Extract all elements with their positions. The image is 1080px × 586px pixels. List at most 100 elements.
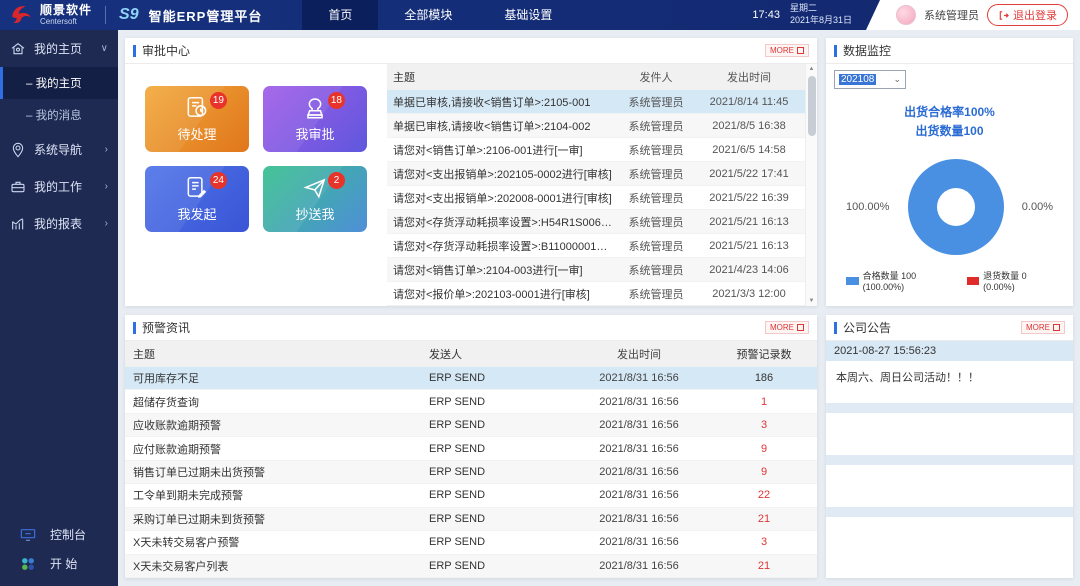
more-button[interactable]: MORE bbox=[1021, 321, 1065, 334]
title-accent-bar bbox=[133, 44, 136, 57]
start-label: 开 始 bbox=[50, 557, 78, 571]
table-row[interactable]: 请您对<报价单>:202103-0001进行[审核] 系统管理员 2021/3/3 … bbox=[387, 282, 805, 306]
table-row[interactable]: 超储存货查询 ERP SEND 2021/8/31 16:56 1 bbox=[125, 390, 817, 414]
s9-logo: S9 bbox=[119, 6, 139, 23]
stamp-icon bbox=[307, 98, 323, 119]
table-row[interactable]: 请您对<销售订单>:2106-001进行[一审] 系统管理员 2021/6/5 14… bbox=[387, 138, 805, 162]
console-button[interactable]: 控制台 bbox=[0, 520, 118, 549]
table-row[interactable]: 应付账款逾期预警 ERP SEND 2021/8/31 16:56 9 bbox=[125, 437, 817, 461]
table-row[interactable]: 请您对<支出报销单>:202008-0001进行[审核] 系统管理员 2021/5/… bbox=[387, 186, 805, 210]
sidebar-item-label: 我的主页 bbox=[34, 42, 83, 56]
logout-button[interactable]: 退出登录 bbox=[987, 4, 1068, 26]
more-button[interactable]: MORE bbox=[765, 44, 809, 57]
table-row[interactable]: 工令单到期未完成预警 ERP SEND 2021/8/31 16:56 22 bbox=[125, 484, 817, 508]
sidebar-item-label: 我的工作 bbox=[34, 180, 83, 194]
start-button[interactable]: 开 始 bbox=[0, 549, 118, 578]
tile-label: 抄送我 bbox=[295, 207, 335, 222]
notice-divider bbox=[826, 455, 1073, 465]
scroll-down-icon[interactable]: ▼ bbox=[809, 296, 815, 306]
donut-chart bbox=[907, 159, 1004, 256]
alerts-table: 主题 发送人 发出时间 预警记录数 可用库存不足 ERP SEND 2021/8/3… bbox=[125, 341, 817, 578]
table-row[interactable]: 请您对<存货浮动耗损率设置>:H54R1S006002进行[审核]系统管理员20… bbox=[387, 210, 805, 234]
tile-label: 待处理 bbox=[177, 127, 217, 142]
main-content: 审批中心 MORE 19 待处理 18 我审批 24 我发起 2 抄送我 主题 … bbox=[118, 30, 1080, 586]
col-subject: 主题 bbox=[393, 72, 415, 84]
chevron-right-icon: › bbox=[104, 144, 108, 155]
table-row[interactable]: 采购订单已过期未到货预警 ERP SEND 2021/8/31 16:56 21 bbox=[125, 507, 817, 532]
title-accent-bar bbox=[834, 44, 837, 57]
approval-tiles: 19 待处理 18 我审批 24 我发起 2 抄送我 bbox=[125, 64, 387, 306]
company-notice-panel: 公司公告 MORE 2021-08-27 15:56:23 本周六、周日公司活动… bbox=[826, 315, 1073, 578]
table-row[interactable]: 单据已审核,请接收<销售订单>:2105-001 系统管理员 2021/8/14 1… bbox=[387, 90, 805, 114]
table-row[interactable]: X天未交易客户列表 ERP SEND 2021/8/31 16:56 21 bbox=[125, 554, 817, 578]
top-nav: 首页 全部模块 基础设置 bbox=[302, 0, 578, 30]
home-icon bbox=[11, 42, 25, 54]
table-header-row: 主题 发件人 发出时间 bbox=[387, 64, 805, 90]
user-name: 系统管理员 bbox=[924, 10, 979, 22]
period-select[interactable]: 202108 ⌄ bbox=[834, 70, 906, 89]
col-subject: 主题 bbox=[133, 349, 155, 361]
navigation-icon bbox=[12, 142, 24, 157]
table-row[interactable]: 应收账款逾期预警 ERP SEND 2021/8/31 16:56 3 bbox=[125, 413, 817, 438]
col-sender: 发件人 bbox=[639, 72, 673, 84]
scrollbar-thumb[interactable] bbox=[807, 76, 816, 136]
panel-header: 审批中心 MORE bbox=[125, 38, 817, 64]
tile-cc-to-me[interactable]: 2 抄送我 bbox=[263, 166, 367, 232]
tile-my-approvals[interactable]: 18 我审批 bbox=[263, 86, 367, 152]
sidebar-subitem-my-home[interactable]: – 我的主页 bbox=[0, 67, 118, 99]
panel-title: 公司公告 bbox=[843, 321, 892, 335]
logout-label: 退出登录 bbox=[1013, 10, 1057, 22]
notice-empty bbox=[826, 517, 1073, 578]
tile-pending[interactable]: 19 待处理 bbox=[145, 86, 249, 152]
chevron-down-icon: ⌄ bbox=[893, 74, 901, 85]
sidebar-item-my-work[interactable]: 我的工作 › bbox=[0, 168, 118, 205]
nav-tab-basic-settings[interactable]: 基础设置 bbox=[478, 0, 578, 30]
sidebar-footer: 控制台 开 始 bbox=[0, 520, 118, 586]
panel-header: 公司公告 MORE bbox=[826, 315, 1073, 341]
legend-returned: 退货数量 0 (0.00%) bbox=[966, 269, 1053, 292]
approvals-count-badge: 18 bbox=[327, 92, 345, 109]
cc-count-badge: 2 bbox=[328, 172, 345, 189]
notice-list: 2021-08-27 15:56:23 本周六、周日公司活动！！！ bbox=[826, 341, 1073, 578]
weekday-label: 星期二 bbox=[789, 3, 817, 14]
approval-table-scrollbar[interactable]: ▲ ▼ bbox=[805, 64, 817, 306]
scroll-up-icon[interactable]: ▲ bbox=[809, 64, 815, 74]
legend-qualified: 合格数量 100 (100.00%) bbox=[846, 269, 951, 292]
sidebar-item-my-reports[interactable]: 我的报表 › bbox=[0, 205, 118, 242]
paper-plane-icon bbox=[303, 178, 326, 199]
sidebar: 我的主页 ∨ – 我的主页 – 我的消息 系统导航 › 我的工作 › 我的报表 … bbox=[0, 30, 118, 586]
right-percent-label: 0.00% bbox=[1021, 201, 1053, 214]
sidebar-item-label: 我的报表 bbox=[34, 217, 83, 231]
col-time: 发出时间 bbox=[617, 349, 661, 361]
tile-initiated-by-me[interactable]: 24 我发起 bbox=[145, 166, 249, 232]
user-area: 系统管理员 退出登录 bbox=[866, 0, 1080, 30]
tile-label: 我发起 bbox=[177, 207, 217, 222]
sidebar-item-system-nav[interactable]: 系统导航 › bbox=[0, 131, 118, 168]
table-row[interactable]: 单据已审核,请接收<销售订单>:2104-002 系统管理员 2021/8/5 16… bbox=[387, 114, 805, 138]
logo-area: 顺景软件 Centersoft S9 智能ERP管理平台 bbox=[0, 0, 262, 30]
nav-tab-all-modules[interactable]: 全部模块 bbox=[378, 0, 478, 30]
pass-rate-text: 出货合格率100% bbox=[904, 105, 995, 119]
left-percent-label: 100.00% bbox=[846, 201, 890, 214]
table-row[interactable]: 请您对<支出报销单>:202105-0002进行[审核] 系统管理员 2021/5/… bbox=[387, 162, 805, 186]
more-button[interactable]: MORE bbox=[765, 321, 809, 334]
table-row[interactable]: 请您对<存货浮动耗损率设置>:B11000001进行[审核]系统管理员2021/… bbox=[387, 234, 805, 258]
col-sender: 发送人 bbox=[429, 349, 462, 361]
user-avatar[interactable] bbox=[896, 5, 916, 25]
nav-tab-home[interactable]: 首页 bbox=[302, 0, 379, 30]
table-row[interactable]: X天未转交易客户预警 ERP SEND 2021/8/31 16:56 3 bbox=[125, 531, 817, 555]
title-accent-bar bbox=[133, 321, 136, 334]
notice-date[interactable]: 2021-08-27 15:56:23 bbox=[826, 341, 1073, 361]
table-row[interactable]: 请您对<销售订单>:2104-003进行[一审] 系统管理员 2021/4/23 1… bbox=[387, 258, 805, 282]
grid-icon bbox=[797, 47, 804, 54]
sidebar-item-my-home[interactable]: 我的主页 ∨ bbox=[0, 30, 118, 67]
period-value: 202108 bbox=[839, 74, 877, 85]
title-accent-bar bbox=[834, 321, 837, 334]
table-row[interactable]: 销售订单已过期未出货预警 ERP SEND 2021/8/31 16:56 9 bbox=[125, 460, 817, 485]
alerts-panel: 预警资讯 MORE 主题 发送人 发出时间 预警记录数 可用库存不足 ERP SE… bbox=[125, 315, 817, 578]
chart-icon bbox=[12, 217, 24, 229]
table-row[interactable]: 可用库存不足 ERP SEND 2021/8/31 16:56 186 bbox=[125, 367, 817, 391]
monitor-summary: 出货合格率100% 出货数量100 bbox=[834, 103, 1065, 141]
sidebar-subitem-my-messages[interactable]: – 我的消息 bbox=[0, 99, 118, 131]
notice-divider bbox=[826, 507, 1073, 517]
